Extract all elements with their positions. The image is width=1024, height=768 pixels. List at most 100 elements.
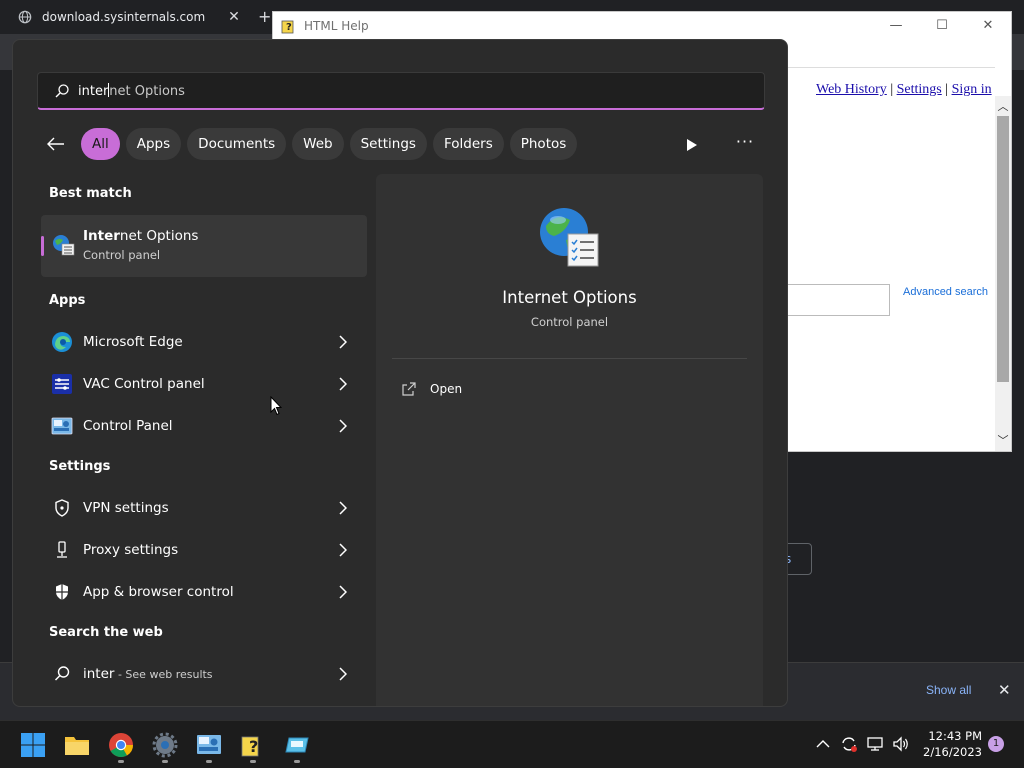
filter-photos[interactable]: Photos: [509, 128, 578, 160]
result-label: Microsoft Edge: [83, 334, 183, 350]
result-label: VPN settings: [83, 500, 169, 516]
close-icon[interactable]: ✕: [965, 12, 1011, 40]
sync-icon[interactable]: [840, 735, 858, 753]
best-match-name-rest: net Options: [119, 228, 199, 244]
app-running-indicator: [294, 760, 300, 763]
search-icon: [55, 83, 69, 97]
web-search-hint: - See web results: [114, 668, 213, 681]
scrollbar-thumb[interactable]: [997, 116, 1009, 382]
settings-running-indicator: [162, 760, 168, 763]
html-help-running-indicator: [250, 760, 256, 763]
help-search-input[interactable]: [778, 284, 890, 316]
browser-tab-title: download.sysinternals.com: [42, 10, 206, 24]
new-tab-button[interactable]: +: [258, 7, 271, 26]
edge-icon: [52, 332, 72, 352]
app-window-taskbar-icon[interactable]: [284, 732, 310, 758]
help-window-title: HTML Help: [304, 19, 369, 33]
section-best-match: Best match: [49, 186, 132, 201]
file-explorer-icon[interactable]: [64, 732, 90, 758]
result-label: Proxy settings: [83, 542, 179, 558]
chevron-up-icon[interactable]: [814, 735, 832, 753]
help-titlebar: ? HTML Help — ☐ ✕: [273, 12, 1011, 40]
control-panel-icon: [51, 417, 73, 435]
mouse-cursor-icon: [270, 396, 282, 416]
web-history-link[interactable]: Web History: [816, 82, 887, 97]
filter-web[interactable]: Web: [292, 128, 344, 160]
scroll-up-icon[interactable]: ︿: [995, 98, 1011, 114]
app-result-microsoft-edge[interactable]: Microsoft Edge: [41, 322, 367, 362]
preview-subtitle: Control panel: [530, 315, 609, 329]
back-button[interactable]: [41, 129, 71, 159]
chevron-right-icon[interactable]: [339, 667, 347, 681]
svg-text:?: ?: [286, 22, 292, 33]
best-match-name: Internet Options: [83, 228, 198, 244]
filter-apps[interactable]: Apps: [125, 128, 182, 160]
link-separator: |: [890, 82, 894, 97]
more-options-icon[interactable]: ···: [735, 134, 755, 155]
globe-icon: [18, 10, 32, 24]
open-action[interactable]: Open: [402, 380, 462, 398]
taskbar-clock[interactable]: 12:43 PM 2/16/2023: [918, 728, 982, 760]
html-help-taskbar-icon[interactable]: ?: [240, 732, 266, 758]
result-label: App & browser control: [83, 584, 234, 600]
filter-bar: All Apps Documents Web Settings Folders …: [41, 128, 583, 160]
volume-icon[interactable]: [892, 735, 910, 753]
search-query-typed: inter: [78, 83, 109, 99]
filter-settings[interactable]: Settings: [349, 128, 427, 160]
control-panel-taskbar-icon[interactable]: [196, 732, 222, 758]
advanced-search-link[interactable]: Advanced search: [903, 286, 988, 298]
help-scrollbar[interactable]: ︿ ﹀: [995, 96, 1011, 451]
search-query-suggestion: net Options: [109, 83, 185, 99]
result-label: VAC Control panel: [83, 376, 205, 392]
chevron-right-icon[interactable]: [339, 419, 347, 433]
network-icon[interactable]: [866, 735, 884, 753]
download-bar-close-icon[interactable]: ✕: [998, 681, 1011, 699]
best-match-result[interactable]: Internet Options Control panel: [41, 215, 367, 277]
open-label: Open: [430, 382, 463, 396]
search-icon: [54, 666, 70, 681]
search-input[interactable]: internet Options: [37, 72, 765, 110]
shield-filled-icon: [56, 584, 68, 600]
settings-gear-icon[interactable]: [152, 732, 178, 758]
section-apps: Apps: [49, 293, 86, 308]
filter-all[interactable]: All: [81, 128, 120, 160]
maximize-icon[interactable]: ☐: [919, 12, 965, 40]
settings-result-app-browser-control[interactable]: App & browser control: [41, 572, 367, 612]
app-result-control-panel[interactable]: Control Panel: [41, 406, 367, 446]
settings-result-vpn[interactable]: VPN settings: [41, 488, 367, 528]
browser-tab[interactable]: download.sysinternals.com ✕: [8, 0, 248, 34]
best-match-name-bold: Inter: [83, 228, 120, 244]
preview-title: Internet Options: [502, 288, 637, 307]
settings-result-proxy[interactable]: Proxy settings: [41, 530, 367, 570]
open-external-icon: [402, 382, 416, 396]
chevron-right-icon[interactable]: [339, 335, 347, 349]
proxy-icon: [57, 541, 67, 558]
web-search-result[interactable]: inter - See web results: [41, 654, 367, 694]
settings-link[interactable]: Settings: [897, 82, 942, 97]
show-all-link[interactable]: Show all: [926, 683, 971, 697]
chevron-right-icon[interactable]: [339, 377, 347, 391]
notification-badge[interactable]: 1: [988, 736, 1004, 752]
chevron-right-icon[interactable]: [339, 585, 347, 599]
result-label: Control Panel: [83, 418, 173, 434]
play-icon[interactable]: [681, 135, 701, 155]
chrome-icon[interactable]: [108, 732, 134, 758]
internet-options-icon: [53, 235, 75, 256]
selection-accent: [41, 236, 44, 256]
svg-text:?: ?: [249, 737, 258, 756]
shield-icon: [55, 499, 69, 517]
sign-in-link[interactable]: Sign in: [952, 82, 992, 97]
filter-documents[interactable]: Documents: [187, 128, 287, 160]
tab-close-icon[interactable]: ✕: [224, 7, 244, 27]
filter-folders[interactable]: Folders: [432, 128, 504, 160]
windows-start-icon[interactable]: [20, 732, 46, 758]
preview-pane: Internet Options Control panel Open: [376, 174, 763, 706]
chevron-right-icon[interactable]: [339, 543, 347, 557]
minimize-icon[interactable]: —: [873, 12, 919, 40]
search-query: internet Options: [78, 82, 185, 99]
app-result-vac-control-panel[interactable]: VAC Control panel: [41, 364, 367, 404]
chevron-right-icon[interactable]: [339, 501, 347, 515]
control-panel-running-indicator: [206, 760, 212, 763]
scroll-down-icon[interactable]: ﹀: [995, 432, 1011, 448]
search-flyout: internet Options All Apps Documents Web …: [12, 39, 788, 707]
